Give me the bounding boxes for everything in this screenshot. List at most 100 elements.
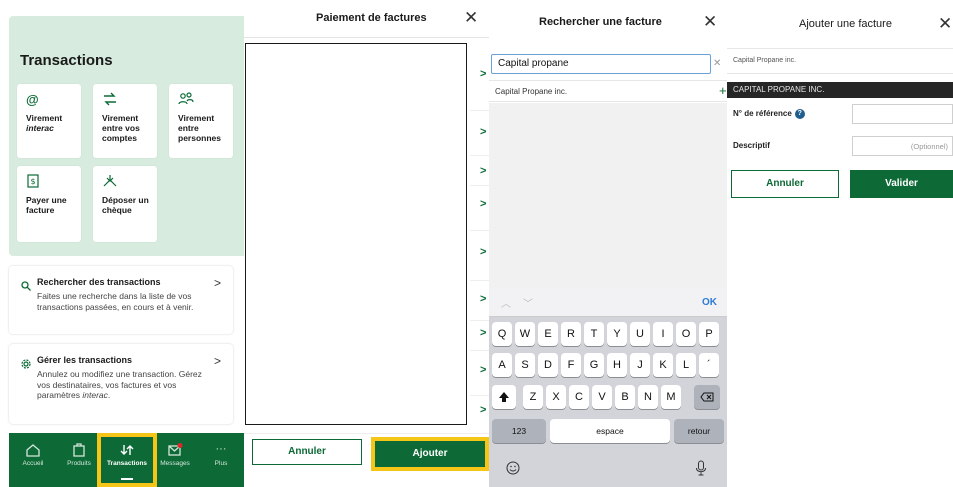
key[interactable]: H xyxy=(607,353,627,377)
key[interactable]: L xyxy=(676,353,696,377)
emoji-icon[interactable] xyxy=(506,461,520,480)
card-text-end: . xyxy=(107,390,111,400)
chevron-right-icon[interactable]: > xyxy=(480,126,486,138)
card-title: Gérer les transactions xyxy=(37,355,133,365)
chevron-right-icon[interactable]: > xyxy=(480,404,486,416)
key[interactable]: B xyxy=(615,385,635,409)
chevron-right-icon[interactable]: > xyxy=(480,165,486,177)
description-input[interactable]: (Optionnel) xyxy=(852,136,953,156)
nav-home[interactable]: Accueil xyxy=(11,433,55,487)
return-key[interactable]: retour xyxy=(674,419,724,443)
chevron-down-icon[interactable]: ﹀ xyxy=(523,295,533,310)
space-key[interactable]: espace xyxy=(550,419,670,443)
key[interactable]: G xyxy=(584,353,604,377)
key[interactable]: Y xyxy=(607,322,627,346)
chevron-right-icon[interactable]: > xyxy=(480,68,486,80)
key[interactable]: N xyxy=(638,385,658,409)
nav-label: Messages xyxy=(160,460,190,467)
key[interactable]: ´ xyxy=(699,353,719,377)
plus-icon[interactable]: + xyxy=(719,83,727,98)
key[interactable]: K xyxy=(653,353,673,377)
backspace-key[interactable] xyxy=(694,385,720,409)
transfer-arrows-icon xyxy=(102,92,118,106)
nav-label: Transactions xyxy=(106,460,148,467)
help-icon[interactable]: ? xyxy=(794,109,805,119)
chevron-up-icon[interactable]: ︿ xyxy=(501,295,511,310)
close-icon[interactable]: ✕ xyxy=(703,12,717,32)
bill-icon: $ xyxy=(26,174,42,188)
key[interactable]: P xyxy=(699,322,719,346)
search-input[interactable]: Capital propane xyxy=(491,54,711,74)
supplier-banner: CAPITAL PROPANE INC. xyxy=(727,82,953,98)
nav-messages[interactable]: Messages xyxy=(153,433,197,487)
key[interactable]: E xyxy=(538,322,558,346)
search-result-item[interactable]: Capital Propane inc. + xyxy=(489,80,727,102)
key[interactable]: A xyxy=(492,353,512,377)
nav-transactions[interactable]: Transactions xyxy=(97,433,157,487)
tile-label: Déposer un chèque xyxy=(102,195,149,215)
nav-label: Produits xyxy=(67,460,91,467)
bill-payment-screen: Paiement de factures ✕ > > > > > > > > >… xyxy=(244,0,489,487)
tile-person-transfer[interactable]: Virement entre personnes xyxy=(169,84,233,158)
nav-more[interactable]: ··· Plus xyxy=(199,433,243,487)
supplier-name: Capital Propane inc. xyxy=(733,57,797,64)
transactions-icon xyxy=(119,442,135,458)
numbers-key[interactable]: 123 xyxy=(492,419,546,443)
shift-key[interactable] xyxy=(492,385,516,409)
reference-input[interactable] xyxy=(852,104,953,124)
tile-pay-bill[interactable]: $ Payer une facture xyxy=(17,166,81,242)
key[interactable]: U xyxy=(630,322,650,346)
products-icon xyxy=(71,442,87,458)
key[interactable]: M xyxy=(661,385,681,409)
tile-deposit-cheque[interactable]: Déposer un chèque xyxy=(93,166,157,242)
key[interactable]: C xyxy=(569,385,589,409)
close-icon[interactable]: ✕ xyxy=(938,14,952,34)
search-transactions-card[interactable]: Rechercher des transactions Faites une r… xyxy=(9,266,233,334)
at-sign-icon: @ xyxy=(26,92,39,107)
reference-label-text: N° de référence xyxy=(733,109,792,119)
key[interactable]: W xyxy=(515,322,535,346)
chevron-right-icon[interactable]: > xyxy=(480,364,486,376)
divider xyxy=(470,395,489,396)
search-icon xyxy=(21,278,31,291)
chevron-right-icon[interactable]: > xyxy=(480,293,486,305)
mail-icon xyxy=(167,442,183,458)
chevron-right-icon[interactable]: > xyxy=(480,198,486,210)
chevron-right-icon[interactable]: > xyxy=(480,327,486,339)
svg-text:$: $ xyxy=(30,177,35,186)
key[interactable]: O xyxy=(676,322,696,346)
empty-area xyxy=(489,103,727,289)
more-icon: ··· xyxy=(215,443,227,455)
ok-button[interactable]: OK xyxy=(702,297,717,308)
key[interactable]: D xyxy=(538,353,558,377)
action-bar: Annuler Ajouter xyxy=(244,433,489,487)
cancel-button[interactable]: Annuler xyxy=(252,439,362,465)
key[interactable]: T xyxy=(584,322,604,346)
nav-products[interactable]: Produits xyxy=(57,433,101,487)
modal-header: Paiement de factures ✕ xyxy=(244,0,489,38)
clear-icon[interactable]: ✕ xyxy=(713,58,721,69)
manage-transactions-card[interactable]: Gérer les transactions Annulez ou modifi… xyxy=(9,344,233,424)
key[interactable]: X xyxy=(546,385,566,409)
key[interactable]: Z xyxy=(523,385,543,409)
cancel-button[interactable]: Annuler xyxy=(731,170,839,198)
validate-button[interactable]: Valider xyxy=(850,170,953,198)
tile-account-transfer[interactable]: Virement entre vos comptes xyxy=(93,84,157,158)
add-button[interactable]: Ajouter xyxy=(371,437,489,471)
chevron-right-icon[interactable]: > xyxy=(480,246,486,258)
key[interactable]: F xyxy=(561,353,581,377)
key[interactable]: I xyxy=(653,322,673,346)
microphone-icon[interactable] xyxy=(695,460,707,481)
close-icon[interactable]: ✕ xyxy=(464,8,478,28)
key[interactable]: V xyxy=(592,385,612,409)
active-indicator xyxy=(121,478,133,480)
divider xyxy=(470,350,489,351)
divider xyxy=(470,110,489,111)
key[interactable]: R xyxy=(561,322,581,346)
tile-interac-transfer[interactable]: @ Virement interac xyxy=(17,84,81,158)
key[interactable]: Q xyxy=(492,322,512,346)
reference-label: N° de référence? xyxy=(733,109,805,119)
key[interactable]: S xyxy=(515,353,535,377)
key[interactable]: J xyxy=(630,353,650,377)
divider xyxy=(470,230,489,231)
